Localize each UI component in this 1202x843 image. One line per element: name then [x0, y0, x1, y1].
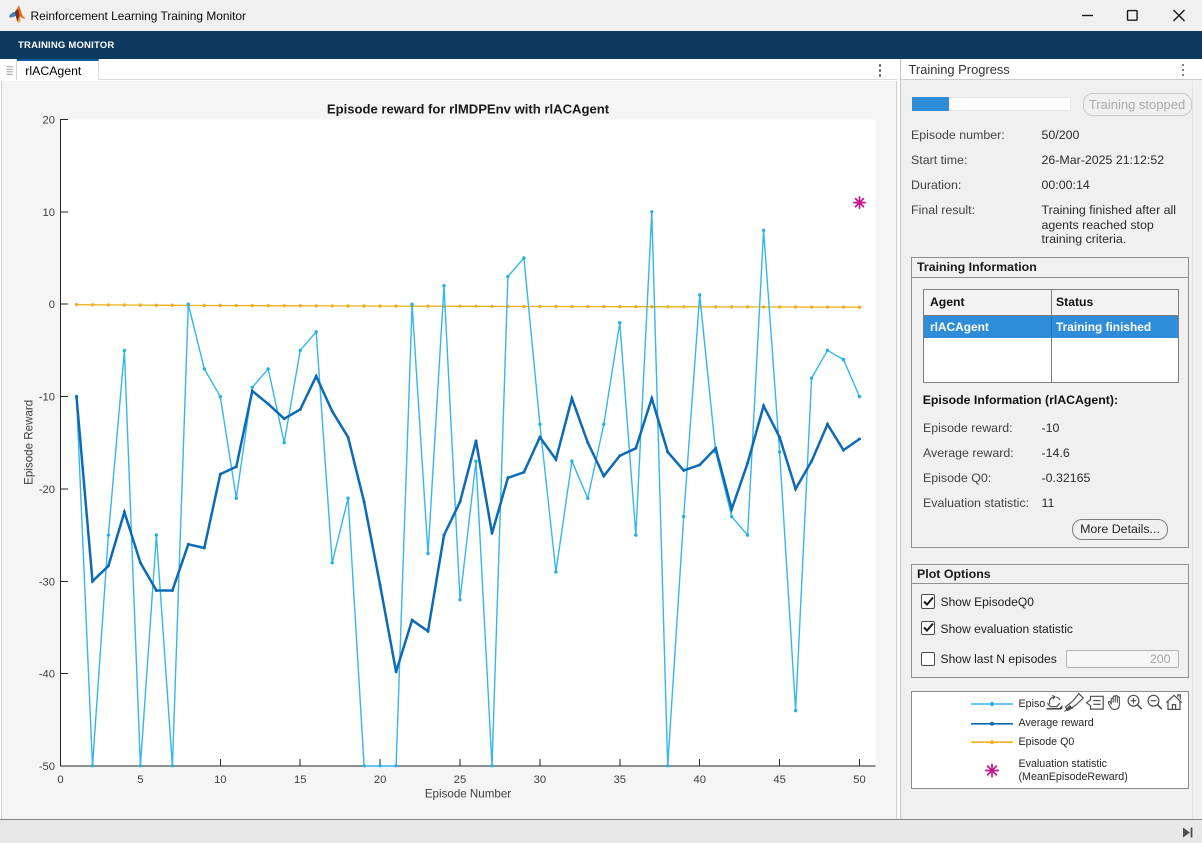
svg-text:-10: -10	[39, 392, 55, 404]
svg-text:45: 45	[773, 774, 785, 786]
svg-text:25: 25	[454, 774, 466, 786]
svg-text:Episode reward for rlMDPEnv wi: Episode reward for rlMDPEnv with rlACAge…	[327, 102, 610, 117]
svg-text:50: 50	[853, 774, 865, 786]
svg-text:10: 10	[43, 207, 55, 219]
svg-text:0: 0	[57, 774, 63, 786]
svg-text:Episode Number: Episode Number	[425, 788, 511, 801]
svg-text:0: 0	[49, 300, 55, 312]
svg-text:5: 5	[137, 774, 143, 786]
svg-text:20: 20	[43, 115, 55, 127]
svg-text:15: 15	[294, 774, 306, 786]
svg-text:20: 20	[374, 774, 386, 786]
svg-text:-20: -20	[39, 484, 55, 496]
svg-text:40: 40	[693, 774, 705, 786]
svg-text:30: 30	[534, 774, 546, 786]
svg-text:35: 35	[614, 774, 626, 786]
svg-text:-30: -30	[39, 577, 55, 589]
svg-text:-50: -50	[39, 761, 55, 773]
svg-text:-40: -40	[39, 669, 55, 681]
svg-text:Episode Reward: Episode Reward	[22, 400, 35, 485]
svg-text:10: 10	[214, 774, 226, 786]
